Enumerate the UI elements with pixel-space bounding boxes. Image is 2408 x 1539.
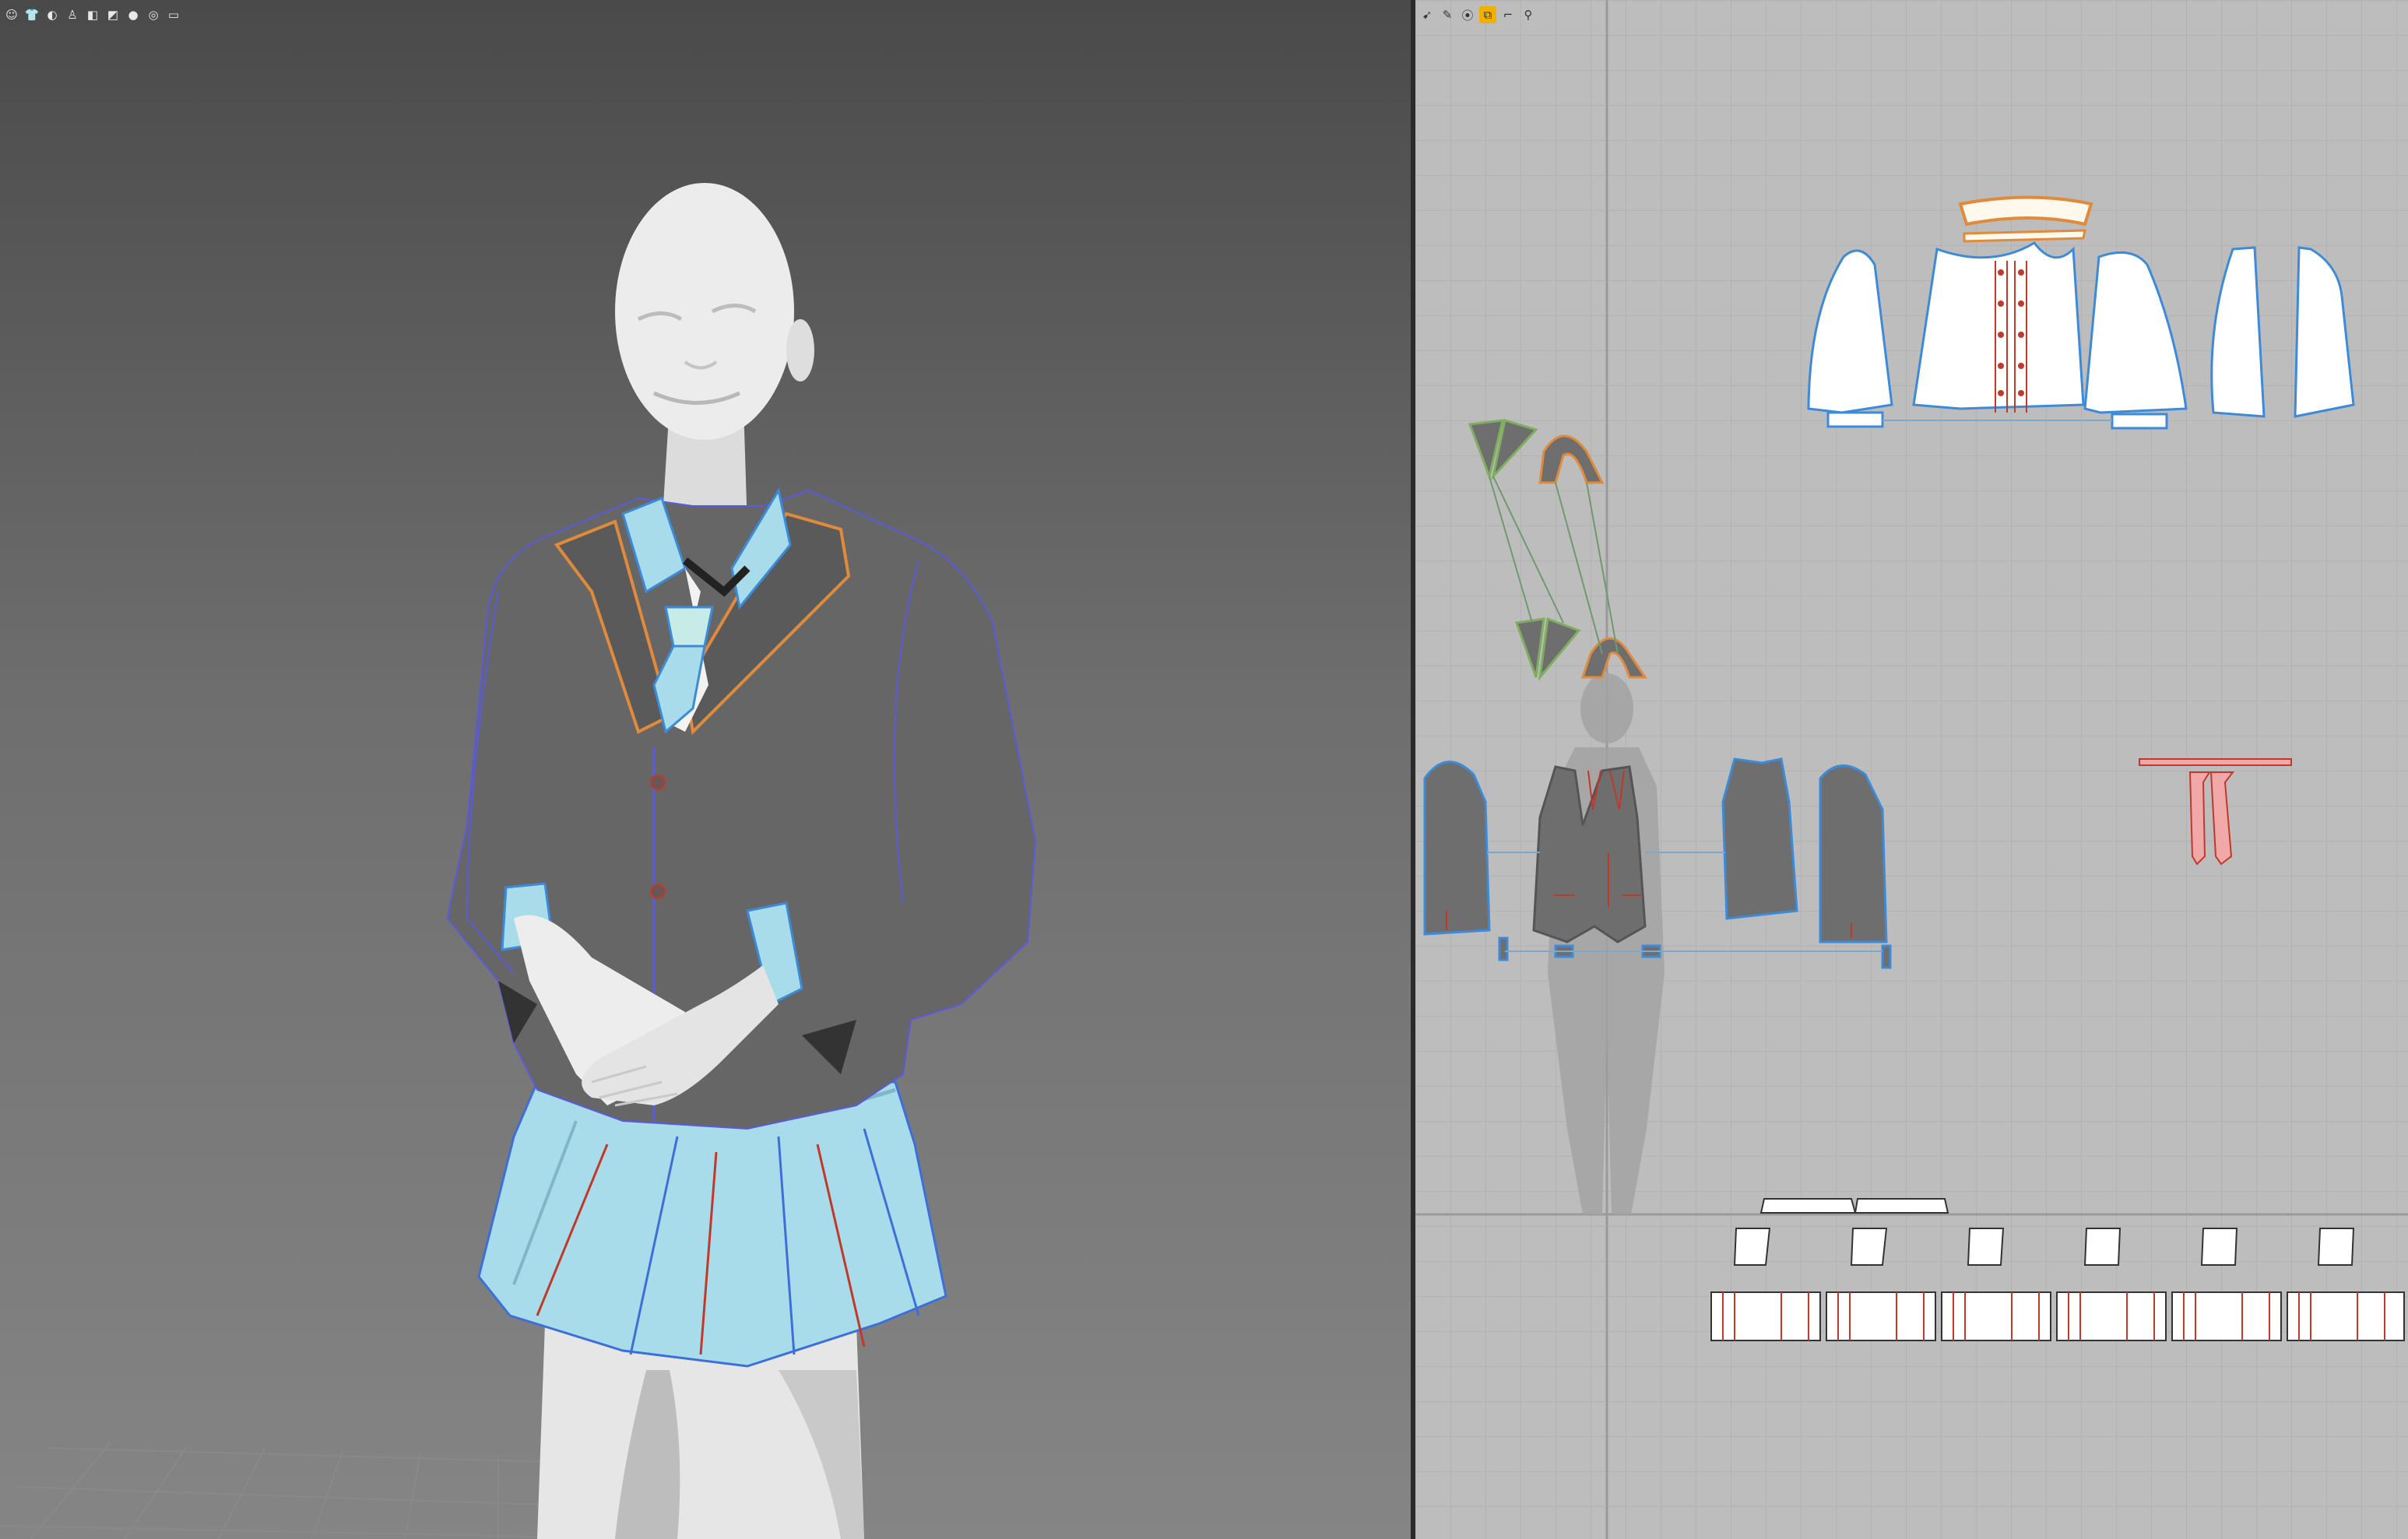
shirt-cuff-left[interactable] [1826, 411, 1884, 428]
floor-grid [0, 1443, 608, 1539]
shirt-sleeve-left[interactable] [1807, 249, 1893, 414]
tie-patterns[interactable] [2139, 758, 2292, 866]
shirt-cuff-right[interactable] [2111, 413, 2168, 430]
shirt-collar-piece[interactable] [1958, 195, 2093, 227]
shirt-collar-stand[interactable] [1963, 229, 2086, 243]
skirt-pleat-lines [1722, 1292, 2385, 1340]
jacket-cuff-tab[interactable] [1498, 936, 1509, 961]
pattern-canvas[interactable] [1415, 0, 2408, 1539]
jacket-button [650, 884, 666, 899]
skirt-pleat-patterns[interactable] [1710, 1291, 2405, 1341]
jacket-button [650, 775, 666, 790]
jacket-sleeve-left[interactable] [1423, 761, 1491, 936]
tie-blade-left[interactable] [2188, 771, 2211, 866]
shirt-back-left[interactable] [2210, 246, 2266, 418]
viewport-2d[interactable]: ➹ ✎ ⦿ ⧉ ⌐ ⚲ [1415, 0, 2408, 1539]
jacket-back[interactable] [1721, 757, 1798, 920]
shirt-patterns[interactable] [1807, 195, 2355, 430]
shirt-front[interactable] [1912, 241, 2085, 410]
tie-band[interactable] [2139, 758, 2292, 766]
jacket-sleeve-right[interactable] [1819, 764, 1888, 943]
skirt-yoke-patterns[interactable] [1733, 1228, 2355, 1266]
skirt-waistband-patterns[interactable] [1759, 1198, 1949, 1214]
lapel-patterns-upper[interactable] [1468, 419, 1605, 484]
scene-3d[interactable] [0, 0, 1411, 1539]
tie-blade-right[interactable] [2209, 771, 2235, 866]
jacket-cuff-tab[interactable] [1881, 944, 1892, 969]
shirt-sleeve-right[interactable] [2083, 251, 2188, 414]
lapel-patterns-lower[interactable] [1514, 617, 1647, 681]
viewport-3d[interactable]: ☺ 👕 ◐ ♙ ◧ ◩ ● ◎ ▭ [0, 0, 1411, 1539]
shirt-back-right[interactable] [2294, 246, 2355, 418]
